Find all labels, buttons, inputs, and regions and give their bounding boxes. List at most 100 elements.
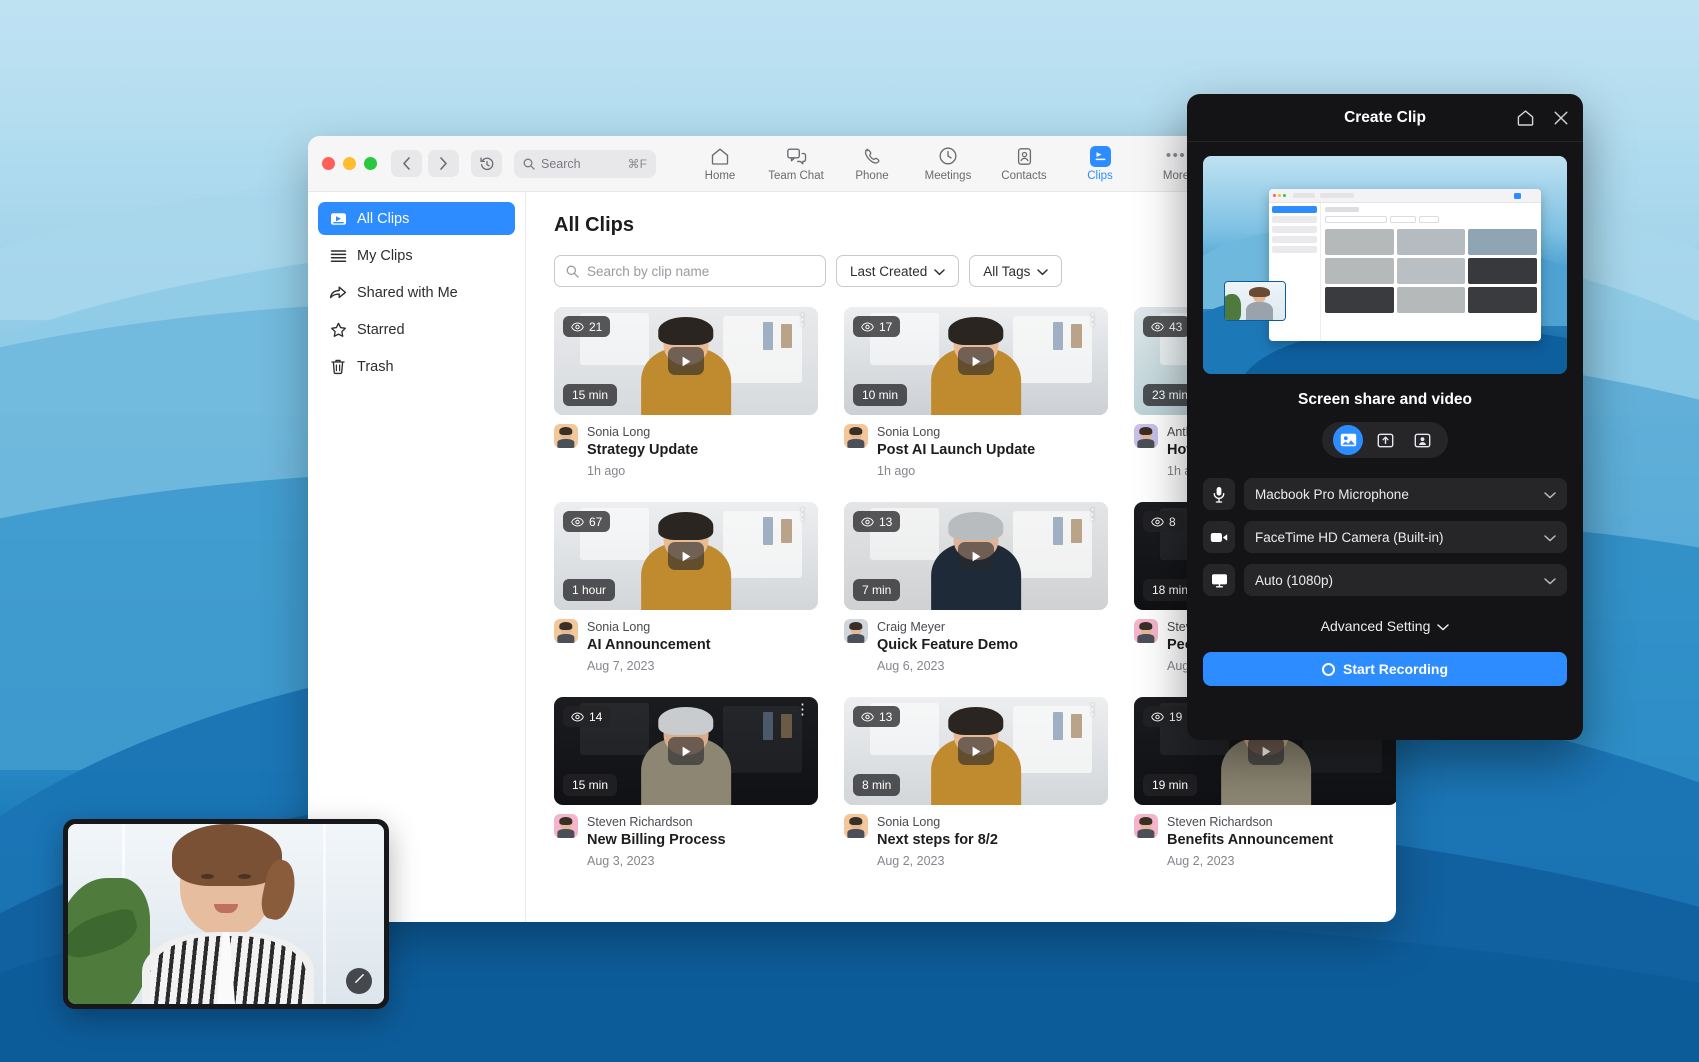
- clip-options-button[interactable]: ⋮: [795, 508, 809, 521]
- home-icon: [710, 145, 730, 167]
- tab-team-chat[interactable]: Team Chat: [758, 145, 834, 182]
- sidebar-item-trash[interactable]: Trash: [318, 350, 515, 383]
- sidebar-item-all-clips[interactable]: All Clips: [318, 202, 515, 235]
- create-clip-header: Create Clip: [1187, 94, 1583, 142]
- view-count-badge: 17: [853, 316, 900, 337]
- tab-home[interactable]: Home: [682, 145, 758, 182]
- start-recording-button[interactable]: Start Recording: [1203, 652, 1567, 686]
- play-button[interactable]: [958, 737, 994, 765]
- tab-phone[interactable]: Phone: [834, 145, 910, 182]
- clips-icon: [329, 211, 347, 227]
- mode-video-only[interactable]: [1407, 425, 1437, 455]
- clip-search-input[interactable]: Search by clip name: [554, 255, 826, 287]
- clip-thumbnail[interactable]: 21 15 min ⋮: [554, 307, 818, 415]
- advanced-setting-toggle[interactable]: Advanced Setting: [1187, 618, 1583, 634]
- clips-icon: [1090, 145, 1111, 167]
- clip-thumbnail[interactable]: 14 15 min ⋮: [554, 697, 818, 805]
- clip-card[interactable]: 13 7 min ⋮ Craig Meyer Quick Feature Dem…: [844, 502, 1108, 673]
- play-button[interactable]: [668, 737, 704, 765]
- clip-date: Aug 2, 2023: [1167, 854, 1396, 868]
- maximize-window-button[interactable]: [364, 157, 377, 170]
- mode-screen-share-and-video[interactable]: [1333, 425, 1363, 455]
- create-clip-title: Create Clip: [1344, 109, 1426, 127]
- clip-thumbnail[interactable]: 17 10 min ⋮: [844, 307, 1108, 415]
- clip-card[interactable]: 13 8 min ⋮ Sonia Long Next steps for 8/2…: [844, 697, 1108, 868]
- close-icon[interactable]: [1553, 110, 1569, 126]
- clip-card[interactable]: 67 1 hour ⋮ Sonia Long AI Announcement A…: [554, 502, 818, 673]
- sort-dropdown[interactable]: Last Created: [836, 255, 959, 287]
- sidebar-item-starred[interactable]: Starred: [318, 313, 515, 346]
- sidebar-item-label: Trash: [357, 359, 394, 375]
- tab-meetings[interactable]: Meetings: [910, 145, 986, 182]
- self-view-video: [68, 824, 384, 1004]
- clip-card[interactable]: 21 15 min ⋮ Sonia Long Strategy Update 1…: [554, 307, 818, 478]
- view-count-badge: 67: [563, 511, 610, 532]
- avatar: [1134, 619, 1158, 643]
- play-button[interactable]: [958, 347, 994, 375]
- clip-thumbnail[interactable]: 13 8 min ⋮: [844, 697, 1108, 805]
- play-button[interactable]: [958, 542, 994, 570]
- clip-author: Steven Richardson: [1167, 814, 1396, 830]
- clip-thumbnail[interactable]: 67 1 hour ⋮: [554, 502, 818, 610]
- play-button[interactable]: [668, 542, 704, 570]
- capture-mode-title: Screen share and video: [1187, 391, 1583, 409]
- forward-button[interactable]: [428, 150, 459, 177]
- preview-mini-window: [1269, 189, 1541, 341]
- play-button[interactable]: [1248, 737, 1284, 765]
- sidebar-item-my-clips[interactable]: My Clips: [318, 239, 515, 272]
- clip-options-button[interactable]: ⋮: [1085, 508, 1099, 521]
- clip-options-button[interactable]: ⋮: [1085, 313, 1099, 326]
- minimize-window-button[interactable]: [343, 157, 356, 170]
- clip-author: Steven Richardson: [587, 814, 818, 830]
- view-count: 8: [1169, 515, 1176, 529]
- resolution-select[interactable]: Auto (1080p): [1244, 564, 1567, 596]
- capture-mode-picker: [1322, 422, 1448, 458]
- home-icon[interactable]: [1516, 109, 1535, 127]
- top-navigation: Home Team Chat Phone: [682, 145, 1214, 182]
- device-settings: Macbook Pro Microphone FaceTime HD Camer…: [1203, 478, 1567, 596]
- clip-options-button[interactable]: ⋮: [795, 703, 809, 716]
- duration-text: 10 min: [862, 388, 898, 402]
- self-view-camera[interactable]: [63, 819, 389, 1009]
- sidebar-item-shared-with-me[interactable]: Shared with Me: [318, 276, 515, 309]
- tab-contacts[interactable]: Contacts: [986, 145, 1062, 182]
- clip-meta: Steven Richardson Benefits Announcement …: [1134, 814, 1396, 868]
- sidebar-item-label: Starred: [357, 322, 405, 338]
- clip-card[interactable]: 14 15 min ⋮ Steven Richardson New Billin…: [554, 697, 818, 868]
- view-count: 17: [879, 320, 892, 334]
- close-window-button[interactable]: [322, 157, 335, 170]
- mode-screen-share-only[interactable]: [1370, 425, 1400, 455]
- resolution-setting-row: Auto (1080p): [1203, 564, 1567, 596]
- view-count-badge: 19: [1143, 706, 1190, 727]
- history-icon[interactable]: [471, 150, 502, 177]
- view-count: 13: [879, 515, 892, 529]
- chevron-down-icon: [1544, 530, 1556, 545]
- clip-options-button[interactable]: ⋮: [1085, 703, 1099, 716]
- clip-card[interactable]: 17 10 min ⋮ Sonia Long Post AI Launch Up…: [844, 307, 1108, 478]
- clip-title: Next steps for 8/2: [877, 831, 1108, 850]
- search-icon: [566, 265, 579, 278]
- camera-select[interactable]: FaceTime HD Camera (Built-in): [1244, 521, 1567, 553]
- view-count-badge: 14: [563, 706, 610, 727]
- tab-contacts-label: Contacts: [1001, 170, 1046, 182]
- avatar: [844, 424, 868, 448]
- tab-clips[interactable]: Clips: [1062, 145, 1138, 182]
- global-search-input[interactable]: Search ⌘F: [514, 150, 656, 178]
- tags-dropdown[interactable]: All Tags: [969, 255, 1062, 287]
- microphone-select[interactable]: Macbook Pro Microphone: [1244, 478, 1567, 510]
- tab-phone-label: Phone: [855, 170, 888, 182]
- pip-menu-button[interactable]: [346, 968, 372, 994]
- clip-options-button[interactable]: ⋮: [795, 313, 809, 326]
- duration-text: 7 min: [862, 583, 891, 597]
- tab-clips-label: Clips: [1087, 170, 1113, 182]
- clip-date: Aug 7, 2023: [587, 659, 818, 673]
- duration-badge: 10 min: [853, 384, 907, 406]
- clip-thumbnail[interactable]: 13 7 min ⋮: [844, 502, 1108, 610]
- back-button[interactable]: [391, 150, 422, 177]
- tab-more-label: More: [1163, 170, 1189, 182]
- start-recording-label: Start Recording: [1343, 661, 1448, 677]
- clip-date: Aug 3, 2023: [587, 854, 818, 868]
- duration-badge: 15 min: [563, 384, 617, 406]
- play-button[interactable]: [668, 347, 704, 375]
- monitor-icon: [1203, 564, 1235, 596]
